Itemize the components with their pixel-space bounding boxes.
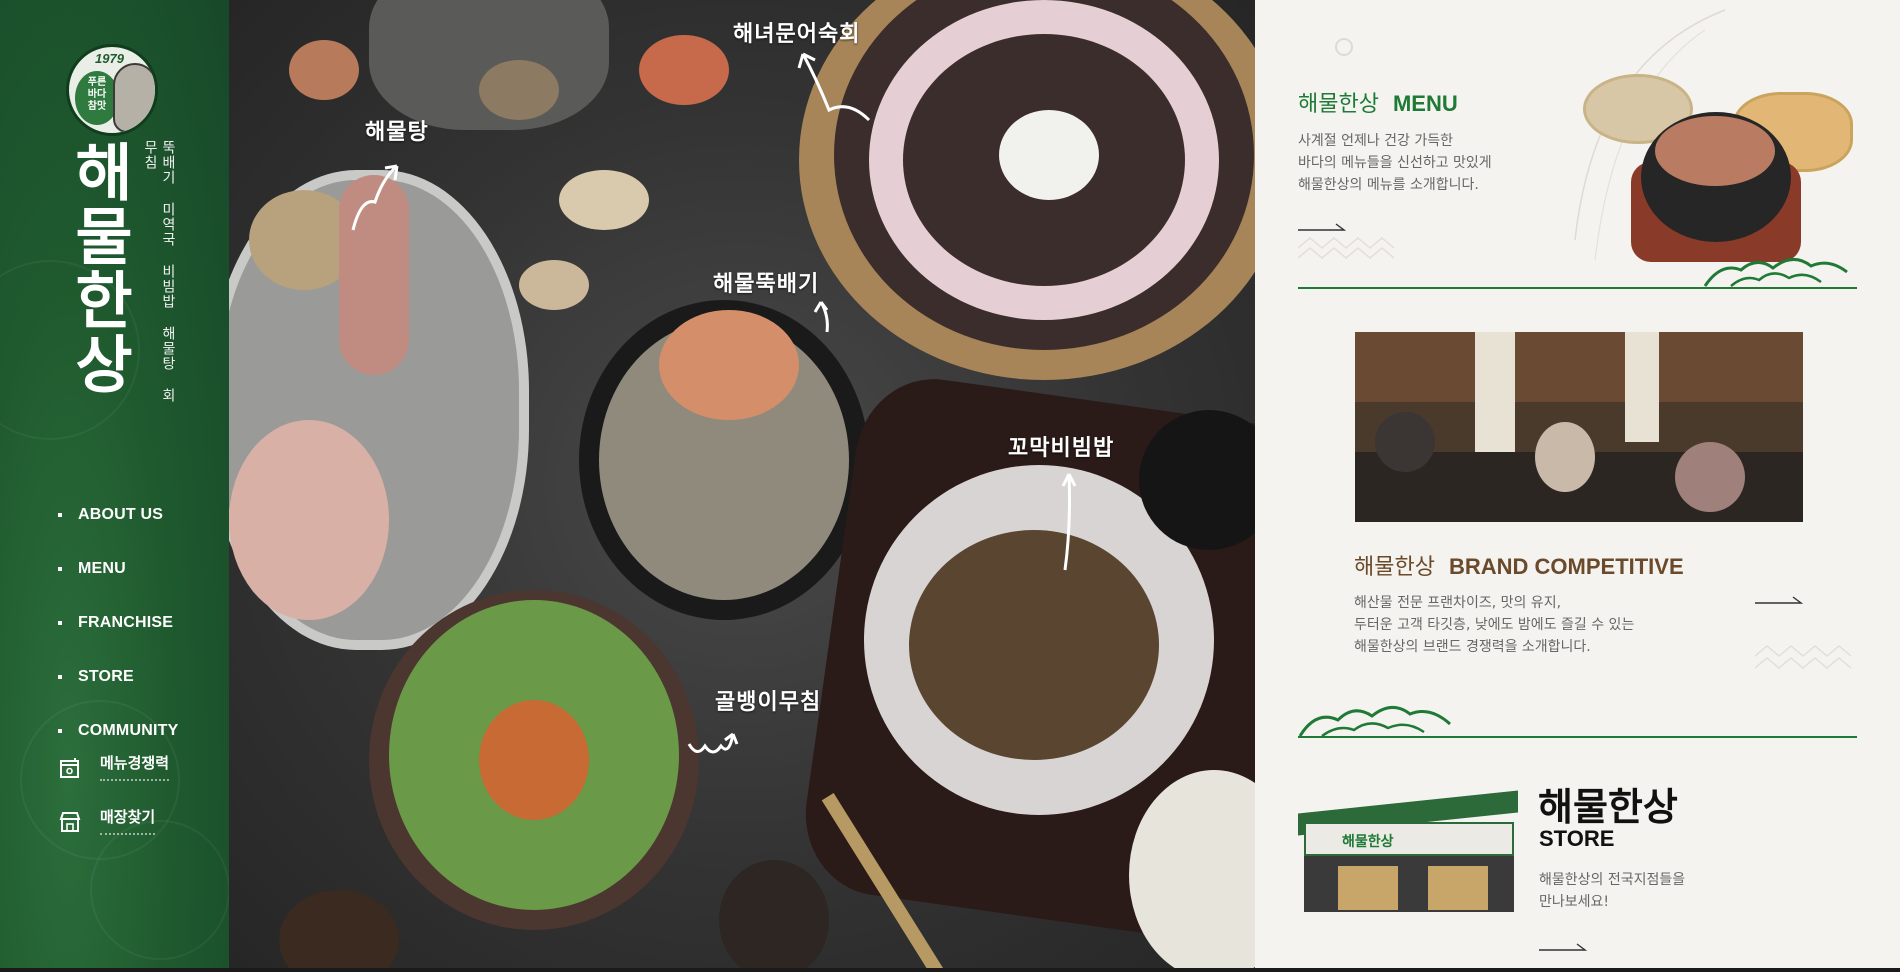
store-title-en[interactable]: STORE <box>1539 826 1614 852</box>
section-divider <box>1298 287 1857 289</box>
quick-link-find-store[interactable]: 매장찾기 <box>58 806 169 860</box>
crab-shell-decor <box>639 35 729 105</box>
bottom-scroll-bar[interactable] <box>0 968 1900 972</box>
bullet-icon <box>58 513 62 517</box>
storefront-icon <box>59 812 81 832</box>
store-window-light <box>1338 866 1398 910</box>
brand-title-ko: 해물한상 <box>1354 555 1435 580</box>
arrow-icon <box>813 301 829 333</box>
radish-garnish <box>999 110 1099 200</box>
brand-title-en: BRAND COMPETITIVE <box>1448 554 1684 579</box>
nav-label: STORE <box>78 668 134 685</box>
hero-food-photo: 해녀문어숙회 해물탕 해물뚝배기 꼬막비빔밥 골뱅이무침 <box>229 0 1255 968</box>
interior-pillar <box>1625 332 1659 442</box>
right-panel: 해물한상 MENU 사계절 언제나 건강 가득한 바다의 메뉴들을 신선하고 맛있… <box>1255 0 1900 968</box>
cockle-bibimbap <box>909 530 1159 760</box>
quick-link-menu-competitive[interactable]: 메뉴경쟁력 <box>58 752 170 806</box>
diner <box>1375 412 1435 472</box>
section-divider <box>1298 736 1857 738</box>
more-arrow-icon[interactable] <box>1539 942 1587 952</box>
arrow-icon <box>797 52 871 122</box>
quick-link-label: 메뉴경쟁력 <box>100 752 170 781</box>
wave-ornament-icon <box>1298 706 1452 738</box>
bullet-icon <box>58 729 62 733</box>
sauce-bowl <box>279 890 399 968</box>
menu-title-ko: 해물한상 <box>1298 92 1379 117</box>
more-arrow-icon[interactable] <box>1755 595 1803 605</box>
store-sign-text: 해물한상 <box>1342 834 1394 850</box>
restaurant-interior-photo[interactable] <box>1355 332 1803 522</box>
label-seafood-stew: 해물탕 <box>365 120 429 145</box>
label-cockle-bibimbap: 꼬막비빔밥 <box>1008 436 1115 461</box>
nav-label: MENU <box>78 560 126 577</box>
shell-decor <box>479 60 559 120</box>
wave-ornament-icon <box>1703 258 1848 287</box>
label-seafood-ttukbaegi: 해물뚝배기 <box>713 272 820 297</box>
nav-label: FRANCHISE <box>78 614 174 631</box>
interior-wall <box>1355 332 1803 402</box>
store-title-ko[interactable]: 해물한상 <box>1538 776 1678 831</box>
octopus <box>229 420 389 620</box>
main-nav: ABOUT US MENU FRANCHISE STORE COMMUNITY <box>58 488 178 758</box>
menu-dish-image[interactable] <box>1583 64 1853 264</box>
spicy-whelk <box>479 700 589 820</box>
store-window-light <box>1428 866 1488 910</box>
stone-grandfather-icon <box>113 63 155 133</box>
brand-description: 해산물 전문 프랜차이즈, 맛의 유지, 두터운 고객 타깃층, 낮에도 밤에도… <box>1354 595 1635 655</box>
store-sign: 해물한상 <box>1304 822 1514 856</box>
oil-jar <box>719 860 829 968</box>
conch-decor <box>559 170 649 230</box>
menu-title-en: MENU <box>1392 91 1458 116</box>
interior-pillar <box>1475 332 1515 452</box>
nav-item-community[interactable]: COMMUNITY <box>58 704 178 758</box>
store-description: 해물한상의 전국지점들을 만나보세요! <box>1539 872 1686 910</box>
bubble-icon <box>1335 38 1353 56</box>
seafood-contents <box>1655 116 1775 186</box>
wave-pattern-icon <box>1298 237 1395 259</box>
badge-year: 1979 <box>95 51 124 66</box>
wave-pattern-icon <box>1755 645 1852 669</box>
arrow-icon <box>687 732 739 754</box>
menu-board-icon <box>60 758 79 778</box>
brand-subtitle: 뚝배기 미역국 비빔밥 해물탕 회무침 <box>142 140 176 403</box>
menu-description: 사계절 언제나 건강 가득한 바다의 메뉴들을 신선하고 맛있게 해물한상의 메… <box>1298 133 1492 193</box>
quick-links: 메뉴경쟁력 매장찾기 <box>58 752 170 860</box>
sidebar: 1979 푸른 바다 참맛 해물한상 뚝배기 미역국 비빔밥 해물탕 회무침 A… <box>0 0 229 968</box>
arrow-icon <box>351 164 399 231</box>
shell-decor <box>289 40 359 100</box>
nav-item-franchise[interactable]: FRANCHISE <box>58 596 178 650</box>
menu-section-title[interactable]: 해물한상 MENU <box>1298 86 1458 118</box>
nav-label: ABOUT US <box>78 506 164 523</box>
label-whelk-salad: 골뱅이무침 <box>715 690 822 715</box>
scallop <box>659 310 799 420</box>
bullet-icon <box>58 621 62 625</box>
arrow-icon <box>1061 473 1077 571</box>
quick-link-label: 매장찾기 <box>100 806 156 835</box>
brand-title[interactable]: 해물한상 <box>62 140 136 396</box>
nav-item-about-us[interactable]: ABOUT US <box>58 488 178 542</box>
nav-item-store[interactable]: STORE <box>58 650 178 704</box>
diner <box>1535 422 1595 492</box>
bullet-icon <box>58 675 62 679</box>
conch-decor <box>519 260 589 310</box>
bullet-icon <box>58 567 62 571</box>
storefront-image[interactable]: 해물한상 <box>1298 782 1518 922</box>
brand-section-title[interactable]: 해물한상 BRAND COMPETITIVE <box>1354 549 1684 581</box>
nav-item-menu[interactable]: MENU <box>58 542 178 596</box>
nav-label: COMMUNITY <box>78 722 179 739</box>
logo-badge[interactable]: 1979 푸른 바다 참맛 <box>66 44 158 136</box>
diner <box>1675 442 1745 512</box>
